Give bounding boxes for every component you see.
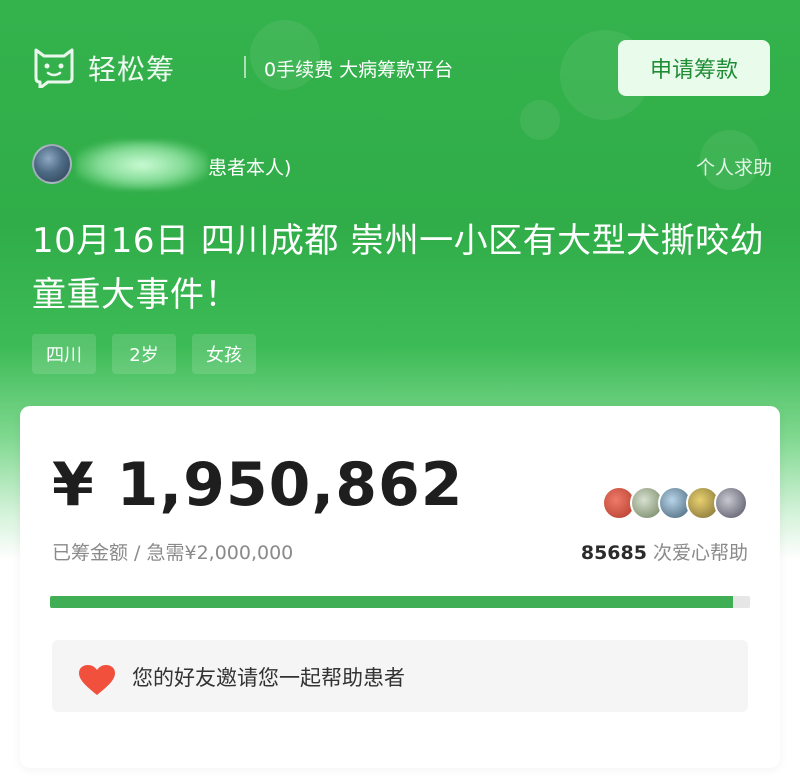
cat-logo-icon <box>34 48 74 88</box>
helper-count-suffix: 次爱心帮助 <box>646 542 748 564</box>
funding-progress-bar <box>50 596 750 608</box>
heart-icon <box>79 665 115 695</box>
helper-avatar <box>714 486 748 520</box>
avatar[interactable] <box>32 144 72 184</box>
amount-raised: ¥ 1,950,862 <box>52 450 464 520</box>
helper-avatars[interactable] <box>602 486 748 520</box>
funding-progress-fill <box>50 596 733 608</box>
apply-fundraising-button[interactable]: 申请筹款 <box>618 40 770 96</box>
brand-name: 轻松筹 <box>88 53 176 86</box>
tag-gender: 女孩 <box>192 334 256 374</box>
header: 轻松筹 0手续费 大病筹款平台 申请筹款 <box>30 40 770 96</box>
campaign-title: 10月16日 四川成都 崇州一小区有大型犬撕咬幼童重大事件！ <box>32 221 765 315</box>
helper-count-number: 85685 <box>580 542 647 564</box>
help-type-label: 个人求助 <box>695 157 772 179</box>
header-divider <box>244 56 246 78</box>
funding-card: ¥ 1,950,862 已筹金额 / 急需¥2,000,000 85685 次爱… <box>20 406 780 768</box>
blurred-username <box>76 140 208 190</box>
helper-count: 85685 次爱心帮助 <box>581 538 748 565</box>
campaign-tags: 四川 2岁 女孩 <box>32 334 256 374</box>
invite-banner[interactable]: 您的好友邀请您一起帮助患者 <box>52 640 748 712</box>
invite-text: 您的好友邀请您一起帮助患者 <box>132 666 405 690</box>
tag-age: 2岁 <box>112 334 176 374</box>
raised-label: 已筹金额 / 急需¥2,000,000 <box>52 542 294 564</box>
user-role: 患者本人) <box>208 157 292 179</box>
tag-region: 四川 <box>32 334 96 374</box>
user-row: 患者本人) 个人求助 <box>32 140 772 190</box>
decor-bubble <box>520 100 560 140</box>
brand-slogan: 0手续费 大病筹款平台 <box>264 59 454 81</box>
